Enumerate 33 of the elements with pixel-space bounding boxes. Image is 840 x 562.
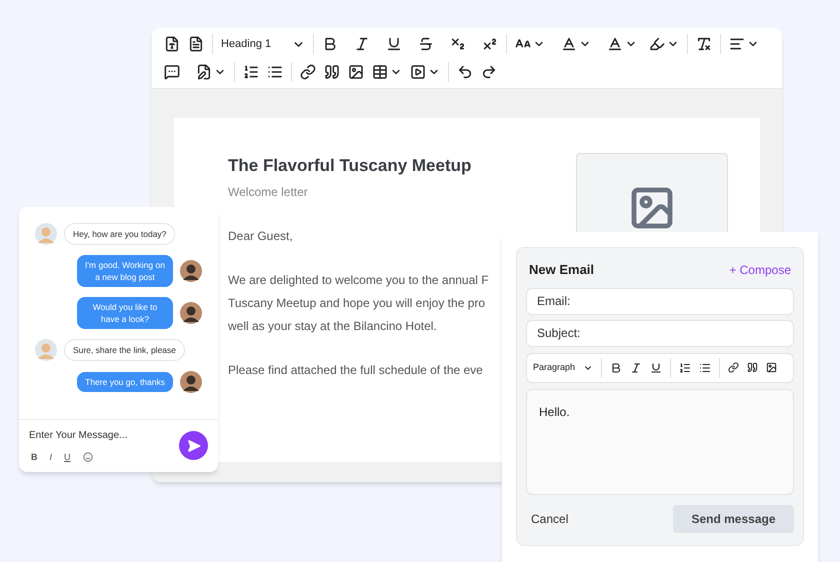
- paragraph-line: Tuscany Meetup and hope you will enjoy the pro: [228, 294, 486, 312]
- document-title: The Flavorful Tuscany Meetup: [228, 155, 472, 177]
- message-bubble: There you go, thanks: [77, 372, 173, 392]
- paragraph-line: We are delighted to welcome you to the annual F: [228, 272, 489, 288]
- format-button[interactable]: B: [31, 450, 38, 464]
- paragraph-line: Please find attached the full schedule of the eve: [228, 362, 484, 378]
- message-input[interactable]: Enter Your Message...: [29, 428, 159, 442]
- compose-link[interactable]: + Compose: [729, 260, 791, 279]
- send-message-button[interactable]: Send message: [673, 504, 794, 532]
- email-title: New Email: [529, 261, 594, 279]
- paragraph-select[interactable]: Paragraph: [533, 360, 598, 374]
- avatar-icon: [35, 223, 57, 245]
- message-bubble: I'm good. Working on a new blog post: [77, 255, 173, 287]
- avatar-icon: [35, 339, 57, 361]
- message-bubble: Hey, how are you today?: [64, 223, 176, 245]
- send-button[interactable]: [179, 431, 208, 460]
- avatar-icon: [180, 371, 202, 393]
- message-bubble: Would you like to have a look?: [77, 297, 173, 329]
- format-button[interactable]: I: [50, 450, 52, 464]
- heading-select[interactable]: Heading 1: [217, 36, 309, 52]
- message-bubble: Sure, share the link, please: [64, 339, 186, 361]
- message-body-field[interactable]: Hello.: [526, 388, 794, 494]
- email-field[interactable]: Subject:: [526, 320, 794, 346]
- document-subtitle: Welcome letter: [228, 184, 309, 200]
- avatar-icon: [180, 302, 202, 324]
- email-field[interactable]: Email:: [526, 288, 794, 314]
- paragraph-line: well as your stay at the Bilancino Hotel.: [228, 318, 438, 334]
- format-button[interactable]: U: [64, 450, 71, 464]
- send-icon: [186, 438, 200, 452]
- cancel-button[interactable]: Cancel: [526, 510, 574, 528]
- emoji-icon: [82, 452, 93, 462]
- greeting-text: Dear Guest,: [228, 228, 294, 244]
- avatar-icon: [180, 260, 202, 282]
